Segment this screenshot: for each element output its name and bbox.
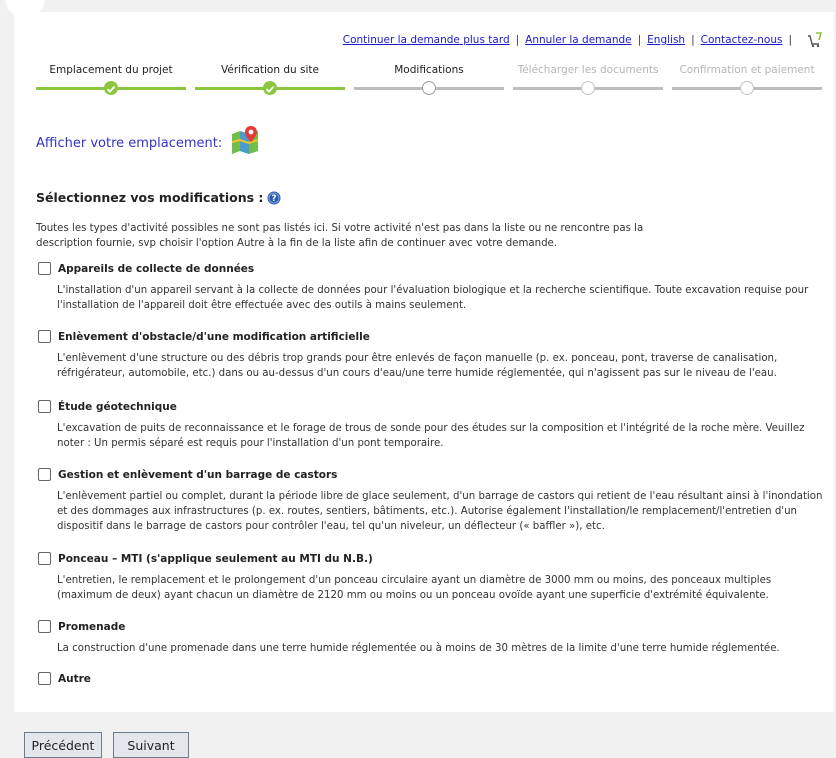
step-site-verification: Vérification du site xyxy=(193,64,347,100)
checkbox[interactable] xyxy=(38,262,51,275)
step-label: Emplacement du projet xyxy=(49,64,173,76)
option-geotechnical-study: Étude géotechnique L'excavation de puits… xyxy=(38,400,827,451)
option-description: L'enlèvement d'une structure ou des débr… xyxy=(57,353,778,379)
link-separator: | xyxy=(515,34,520,46)
previous-button[interactable]: Précédent xyxy=(24,732,102,758)
option-description: L'enlèvement partiel ou complet, durant … xyxy=(57,491,823,532)
option-data-collection: Appareils de collecte de données L'insta… xyxy=(38,262,827,313)
option-obstacle-removal: Enlèvement d'obstacle/d'une modification… xyxy=(38,330,827,381)
link-separator: | xyxy=(691,34,695,46)
modifications-intro: Toutes les types d'activité possibles ne… xyxy=(36,223,644,249)
step-project-location: Emplacement du projet xyxy=(34,64,188,100)
modifications-title-text: Sélectionnez vos modifications : xyxy=(36,190,264,205)
option-description: L'entretien, le remplacement et le prolo… xyxy=(57,575,772,601)
option-title: Autre xyxy=(58,672,91,685)
option-description: La construction d'une promenade dans une… xyxy=(57,643,780,654)
step-circle-icon xyxy=(740,81,754,95)
english-link[interactable]: English xyxy=(647,34,685,46)
checkbox[interactable] xyxy=(38,468,51,481)
step-label: Confirmation et paiement xyxy=(679,64,815,76)
step-circle-icon xyxy=(581,81,595,95)
option-title: Enlèvement d'obstacle/d'une modification… xyxy=(58,330,370,343)
step-confirmation-payment: Confirmation et paiement xyxy=(670,64,824,100)
next-button[interactable]: Suivant xyxy=(113,732,189,758)
progress-steps: Emplacement du projet Vérification du si… xyxy=(34,64,826,100)
option-title: Ponceau – MTI (s'applique seulement au M… xyxy=(58,552,373,565)
map-icon[interactable] xyxy=(230,124,260,154)
option-boardwalk: Promenade La construction d'une promenad… xyxy=(38,620,827,656)
option-culvert-mti: Ponceau – MTI (s'applique seulement au M… xyxy=(38,552,827,603)
cart-icon[interactable] xyxy=(806,32,822,48)
step-modifications: Modifications xyxy=(352,64,506,100)
option-description: L'installation d'un appareil servant à l… xyxy=(57,285,809,311)
show-location-label: Afficher votre emplacement: xyxy=(36,135,223,151)
help-icon[interactable]: ? xyxy=(267,191,281,205)
option-title: Promenade xyxy=(58,620,126,633)
step-label: Modifications xyxy=(394,64,464,76)
link-separator: | xyxy=(637,34,642,46)
step-label: Vérification du site xyxy=(221,64,319,76)
check-icon xyxy=(104,81,118,95)
option-title: Gestion et enlèvement d'un barrage de ca… xyxy=(58,468,338,481)
header-links: Continuer la demande plus tard | Annuler… xyxy=(343,32,822,48)
continue-later-link[interactable]: Continuer la demande plus tard xyxy=(343,34,510,46)
contact-link[interactable]: Contactez-nous xyxy=(701,34,783,46)
checkbox[interactable] xyxy=(38,330,51,343)
checkbox[interactable] xyxy=(38,620,51,633)
show-location: Afficher votre emplacement: xyxy=(36,126,260,154)
svg-text:?: ? xyxy=(272,194,277,204)
link-separator: | xyxy=(788,34,792,46)
checkbox[interactable] xyxy=(38,672,51,685)
step-circle-icon xyxy=(422,81,436,95)
main-card: Continuer la demande plus tard | Annuler… xyxy=(14,12,834,712)
modifications-title: Sélectionnez vos modifications : ? xyxy=(36,190,281,205)
option-description: L'excavation de puits de reconnaissance … xyxy=(57,423,805,449)
step-upload-documents: Télécharger les documents xyxy=(511,64,665,100)
step-label: Télécharger les documents xyxy=(517,64,659,76)
checkbox[interactable] xyxy=(38,552,51,565)
option-title: Étude géotechnique xyxy=(58,400,177,413)
option-title: Appareils de collecte de données xyxy=(58,262,255,275)
check-icon xyxy=(263,81,277,95)
checkbox[interactable] xyxy=(38,400,51,413)
option-beaver-dam: Gestion et enlèvement d'un barrage de ca… xyxy=(38,468,827,534)
option-other: Autre xyxy=(38,672,91,685)
cancel-request-link[interactable]: Annuler la demande xyxy=(525,34,631,46)
